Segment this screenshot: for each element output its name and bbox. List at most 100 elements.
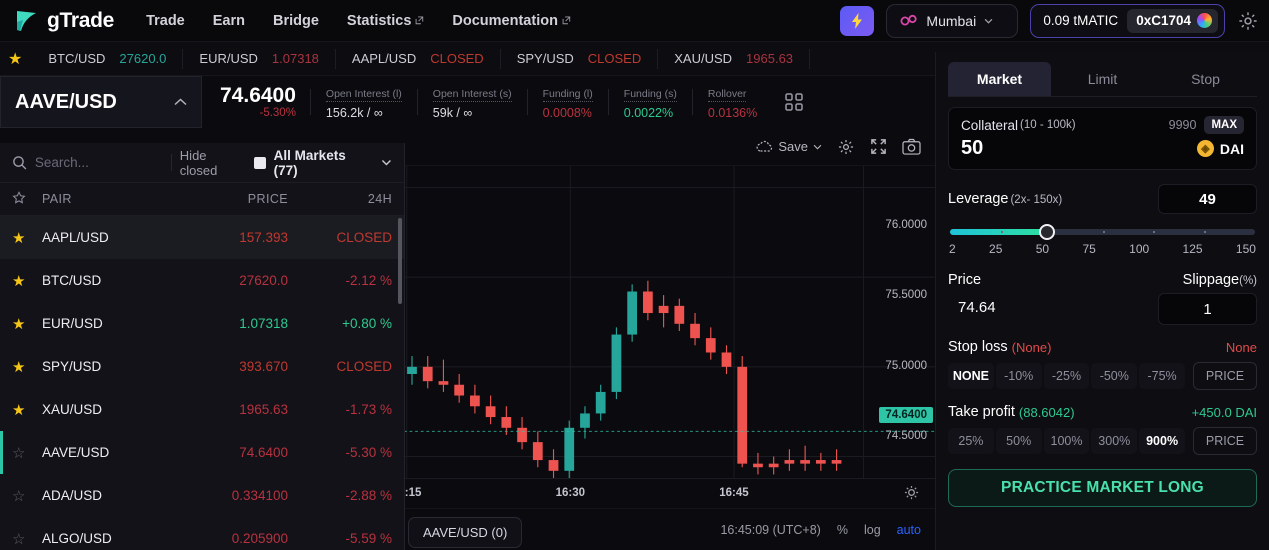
pair-list-item[interactable]: ★ BTC/USD 27620.0 -2.12 % — [0, 259, 404, 302]
pair-search-row: Hide closed All Markets (77) — [0, 143, 404, 183]
stat-value: 59k / ∞ — [432, 106, 473, 120]
pair-price: 157.393 — [239, 230, 288, 245]
search-input[interactable] — [34, 155, 163, 170]
hide-closed-toggle[interactable]: Hide closed — [180, 148, 266, 178]
pair-list-item[interactable]: ★ XAU/USD 1965.63 -1.73 % — [0, 388, 404, 431]
star-outline-icon[interactable]: ☆ — [12, 487, 42, 505]
tp-price-button[interactable]: PRICE — [1192, 427, 1257, 455]
sl-option-50[interactable]: -50% — [1091, 363, 1138, 389]
tab-market[interactable]: Market — [948, 62, 1051, 96]
ticker-item[interactable]: XAU/USD 1965.63 — [658, 48, 811, 69]
leverage-tick: 2 — [949, 242, 956, 256]
star-filled-icon[interactable]: ★ — [12, 401, 42, 419]
sl-option-25[interactable]: -25% — [1043, 363, 1090, 389]
pair-list-item[interactable]: ★ SPY/USD 393.670 CLOSED — [0, 345, 404, 388]
main-nav: Trade Earn Bridge Statistics Documentati… — [146, 13, 571, 29]
wallet-chip[interactable]: 0.09 tMATIC 0xC1704 — [1030, 3, 1225, 38]
header-actions: Mumbai 0.09 tMATIC 0xC1704 — [840, 3, 1259, 38]
slippage-input[interactable]: 1 — [1158, 293, 1257, 325]
leverage-input[interactable]: 49 — [1158, 184, 1257, 214]
tab-limit[interactable]: Limit — [1051, 62, 1154, 96]
lightning-bolt-button[interactable] — [840, 5, 875, 36]
sl-option-75[interactable]: -75% — [1139, 363, 1185, 389]
max-button[interactable]: MAX — [1204, 116, 1244, 134]
leverage-range: (2x- 150x) — [1010, 194, 1063, 206]
stat-open-interest-long: Open Interest (l) 156.2k / ∞ — [311, 84, 417, 120]
tp-option-50[interactable]: 50% — [995, 428, 1042, 454]
column-header-24h: 24H — [367, 192, 392, 206]
network-selector[interactable]: Mumbai — [886, 3, 1019, 38]
pair-name: AAVE/USD — [42, 445, 110, 460]
star-filled-icon[interactable]: ★ — [12, 315, 42, 333]
sl-price-button[interactable]: PRICE — [1192, 362, 1257, 390]
leverage-tick: 50 — [1035, 242, 1050, 256]
collateral-field[interactable]: Collateral (10 - 100k) 9990 MAX 50 ◈ DAI — [948, 107, 1257, 170]
star-filled-icon[interactable]: ★ — [12, 229, 42, 247]
favorite-column-icon[interactable] — [12, 190, 42, 208]
dai-coin-icon: ◈ — [1196, 140, 1214, 157]
star-filled-icon[interactable]: ★ — [12, 272, 42, 290]
tab-stop[interactable]: Stop — [1154, 62, 1257, 96]
nav-item-documentation[interactable]: Documentation — [452, 13, 571, 29]
slippage-unit: (%) — [1239, 275, 1257, 287]
sl-option-none[interactable]: NONE — [948, 363, 994, 389]
lightning-bolt-icon — [852, 12, 863, 29]
chart-save-button[interactable]: Save — [756, 139, 822, 154]
pair-list-item[interactable]: ☆ ADA/USD 0.334100 -2.88 % — [0, 474, 404, 517]
markets-filter-dropdown[interactable]: All Markets (77) — [274, 148, 392, 178]
polygon-network-icon — [900, 14, 918, 25]
star-outline-icon[interactable]: ☆ — [12, 444, 42, 462]
pair-list-scrollbar[interactable] — [398, 218, 402, 304]
hide-closed-checkbox[interactable] — [253, 156, 266, 169]
sun-icon[interactable] — [904, 485, 919, 500]
chart-log-toggle[interactable]: log — [864, 523, 881, 537]
gear-icon[interactable] — [837, 138, 855, 156]
pair-list[interactable]: ★ AAPL/USD 157.393 CLOSED ★ BTC/USD 27620.0 -2.… — [0, 216, 404, 550]
pair-list-item[interactable]: ★ EUR/USD 1.07318 +0.80 % — [0, 302, 404, 345]
grid-layout-icon[interactable] — [784, 92, 804, 112]
pair-price: 27620.0 — [239, 273, 288, 288]
slider-handle[interactable] — [1038, 224, 1055, 240]
ticker-item[interactable]: EUR/USD 1.07318 — [183, 48, 336, 69]
wallet-balance: 0.09 tMATIC — [1043, 13, 1119, 28]
price-input[interactable]: 74.64 — [948, 299, 1103, 316]
pair-list-item[interactable]: ★ AAPL/USD 157.393 CLOSED — [0, 216, 404, 259]
camera-icon[interactable] — [902, 138, 921, 155]
leverage-slider[interactable] — [950, 224, 1255, 240]
star-filled-icon[interactable]: ★ — [12, 358, 42, 376]
chart-y-axis[interactable]: 76.0000 75.5000 75.0000 74.5000 74.6400 — [863, 166, 935, 478]
sl-option-10[interactable]: -10% — [995, 363, 1042, 389]
nav-item-bridge[interactable]: Bridge — [273, 13, 319, 29]
pair-change: +0.80 % — [342, 316, 392, 331]
x-axis-tick: 16:45 — [719, 487, 749, 499]
gear-icon[interactable] — [1237, 10, 1259, 32]
tp-option-100[interactable]: 100% — [1043, 428, 1090, 454]
stat-open-interest-short: Open Interest (s) 59k / ∞ — [418, 84, 527, 120]
pair-list-item[interactable]: ☆ ALGO/USD 0.205900 -5.59 % — [0, 517, 404, 550]
chart-percent-toggle[interactable]: % — [837, 523, 848, 537]
nav-item-earn[interactable]: Earn — [213, 13, 245, 29]
star-icon[interactable]: ★ — [8, 49, 22, 69]
chart-auto-toggle[interactable]: auto — [897, 523, 921, 537]
stat-label: Funding (l) — [542, 88, 593, 102]
position-tab-aave[interactable]: AAVE/USD (0) — [408, 517, 523, 548]
ticker-item[interactable]: AAPL/USD CLOSED — [336, 48, 501, 69]
ticker-item[interactable]: SPY/USD CLOSED — [501, 48, 659, 69]
wallet-address[interactable]: 0xC1704 — [1127, 8, 1218, 33]
submit-trade-button[interactable]: PRACTICE MARKET LONG — [948, 469, 1257, 507]
tp-option-25[interactable]: 25% — [948, 428, 994, 454]
stat-funding-long: Funding (l) 0.0008% — [528, 84, 608, 120]
take-profit-pnl: +450.0 DAI — [1191, 404, 1257, 420]
pair-selector[interactable]: AAVE/USD — [0, 76, 202, 128]
collateral-input[interactable]: 50 — [961, 137, 983, 160]
ticker-item[interactable]: BTC/USD 27620.0 — [32, 48, 184, 69]
star-outline-icon[interactable]: ☆ — [12, 530, 42, 548]
nav-item-statistics[interactable]: Statistics — [347, 13, 424, 29]
take-profit-header: Take profit (88.6042) +450.0 DAI — [948, 404, 1257, 420]
nav-item-trade[interactable]: Trade — [146, 13, 185, 29]
positions-tab-bar: AAVE/USD (0) — [408, 517, 523, 548]
pair-list-item[interactable]: ☆ AAVE/USD 74.6400 -5.30 % — [0, 431, 404, 474]
fullscreen-icon[interactable] — [870, 138, 887, 155]
tp-option-900[interactable]: 900% — [1139, 428, 1185, 454]
tp-option-300[interactable]: 300% — [1091, 428, 1138, 454]
